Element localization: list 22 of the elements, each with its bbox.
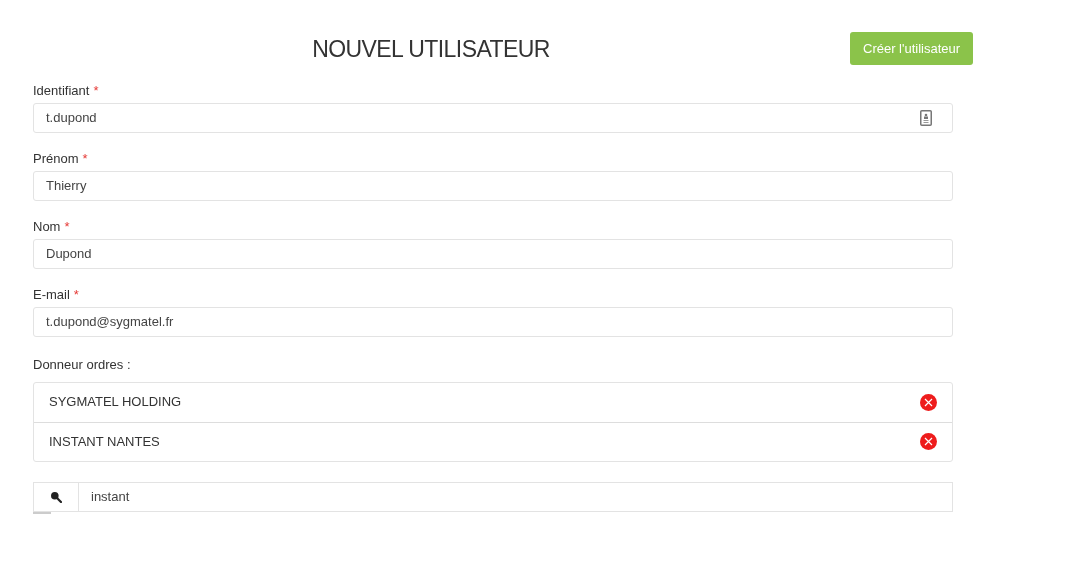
cross-icon: [924, 437, 933, 446]
page-title: NOUVEL UTILISATEUR: [312, 35, 550, 64]
search-icon: [50, 490, 62, 503]
field-label: Prénom: [33, 150, 79, 169]
remove-button[interactable]: [920, 433, 937, 450]
id-card-icon: [920, 109, 932, 126]
required-mark: *: [73, 286, 79, 305]
required-mark: *: [93, 82, 99, 101]
remove-button[interactable]: [920, 393, 937, 411]
text-field[interactable]: t.dupond: [33, 102, 953, 133]
field-label: Identifiant: [33, 82, 90, 101]
field-label: Nom: [33, 218, 61, 237]
field-label: Donneur ordres :: [33, 355, 131, 374]
list-item: INSTANT NANTES: [49, 432, 160, 451]
text-field[interactable]: Dupond: [33, 238, 953, 269]
field-label: E-mail: [33, 286, 70, 305]
text-field[interactable]: Thierry: [33, 170, 953, 201]
list-item: SYGMATEL HOLDING: [49, 393, 182, 412]
required-mark: *: [64, 218, 70, 237]
required-mark: *: [82, 150, 88, 169]
cross-icon: [924, 397, 933, 407]
text-field[interactable]: t.dupond@sygmatel.fr: [33, 306, 953, 337]
